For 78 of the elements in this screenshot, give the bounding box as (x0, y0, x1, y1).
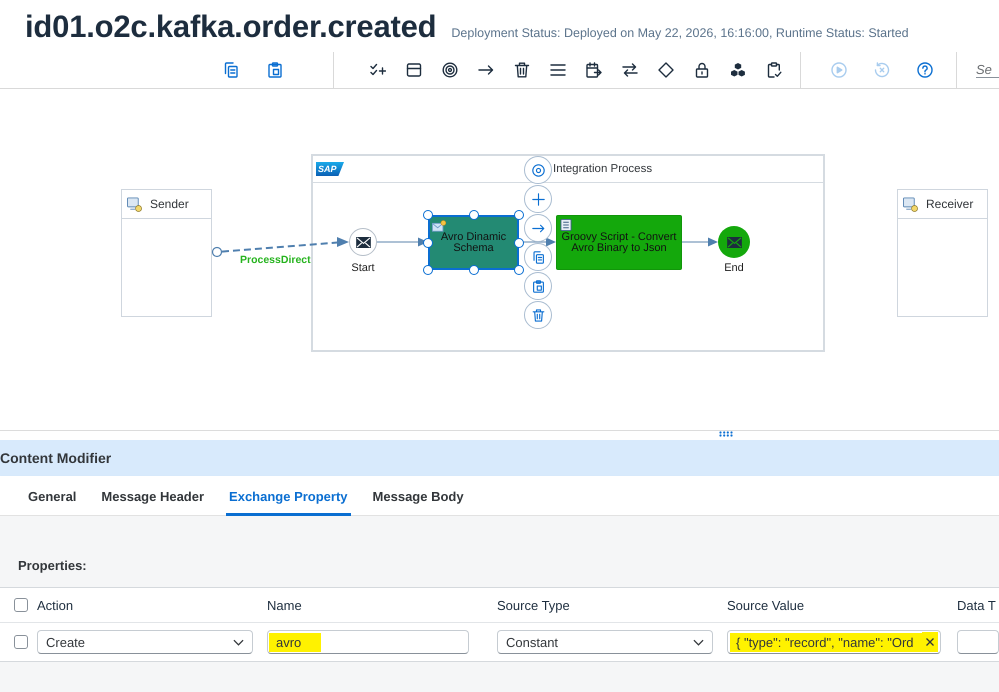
arrow-right-icon (532, 222, 544, 234)
participant-label: Receiver (926, 197, 974, 211)
resize-handle[interactable] (423, 238, 433, 248)
column-header: Action (37, 598, 74, 612)
help-icon (916, 62, 933, 78)
quick-action-button[interactable] (524, 301, 552, 329)
envelope-badge-icon (432, 220, 446, 232)
trash-icon (514, 62, 530, 78)
calendar-arrow-icon (586, 62, 602, 78)
diamond-icon (658, 62, 674, 78)
clipboard-icon (532, 280, 544, 292)
cubes-icon (730, 62, 746, 78)
channel-label: ProcessDirect (240, 254, 311, 266)
menu-icon (550, 62, 566, 78)
deployment-status: Deployment Status: Deployed on May 22, 2026, 16:16:00, Runtime Status: Started (451, 26, 909, 40)
target-icon (442, 62, 458, 78)
field-value: Create (46, 634, 86, 650)
column-header: Data T (957, 598, 996, 612)
tab[interactable]: General (25, 476, 80, 516)
page-title: id01.o2c.kafka.order.created (25, 10, 436, 44)
input-field[interactable] (957, 630, 999, 654)
copy-icon (532, 250, 544, 264)
search-field[interactable]: Se (976, 62, 999, 78)
pool-title: Integration Process (553, 163, 652, 175)
lock-icon (694, 62, 710, 78)
event-label: End (724, 262, 744, 274)
quick-action-button[interactable] (524, 243, 552, 271)
event-label: Start (351, 262, 375, 274)
chevron-down-icon (693, 638, 704, 646)
input-field[interactable]: avro (267, 630, 469, 654)
clipboard-icon (267, 62, 283, 78)
field-value: Constant (506, 634, 558, 650)
monitor-icon (127, 196, 142, 212)
column-header: Source Type (497, 598, 570, 612)
step-label: Groovy Script - Convert Avro Binary to Json (560, 232, 678, 254)
envelope-icon (726, 236, 742, 248)
dropdown[interactable]: Constant (497, 630, 713, 654)
tab[interactable]: Message Body (370, 476, 467, 516)
quick-action-button[interactable] (524, 214, 552, 242)
logo: SAP (316, 162, 344, 176)
checkbox[interactable] (14, 598, 28, 612)
swap-arrows-icon (622, 62, 638, 78)
field-value: { "type": "record", "name": "Ord (730, 632, 922, 652)
resize-handle[interactable] (514, 210, 524, 220)
clipboard-check-icon (766, 62, 782, 78)
field-value: avro (269, 632, 322, 652)
quick-action-button[interactable] (524, 185, 552, 213)
connector-arrow (682, 238, 718, 246)
dropdown[interactable]: Create (37, 630, 253, 654)
document-icon (559, 219, 573, 231)
chevron-down-icon (233, 638, 244, 646)
envelope-icon (356, 236, 370, 248)
column-header: Name (267, 598, 302, 612)
resize-handle[interactable] (423, 265, 433, 275)
resize-handle[interactable] (468, 210, 478, 220)
checkbox[interactable] (14, 635, 28, 649)
participant-label: Sender (150, 197, 189, 211)
column-header: Source Value (727, 598, 804, 612)
copy-icon (223, 62, 239, 78)
check-plus-icon (370, 62, 386, 78)
reset-icon (874, 62, 890, 78)
panel-title: Content Modifier (0, 440, 999, 476)
ring-icon (532, 164, 544, 176)
window-icon (406, 62, 422, 78)
grip-icon[interactable] (719, 431, 733, 437)
trash-icon (532, 308, 544, 322)
input-field[interactable]: { "type": "record", "name": "Ord (727, 630, 941, 654)
plus-icon (532, 192, 544, 206)
monitor-icon (903, 196, 918, 212)
quick-action-button[interactable] (524, 272, 552, 300)
resize-handle[interactable] (423, 210, 433, 220)
quick-action-button[interactable] (524, 156, 552, 184)
step-label: Avro Dinamic Schema (440, 232, 508, 254)
tab[interactable]: Message Header (98, 476, 208, 516)
section-title: Properties: (18, 558, 87, 573)
resize-handle[interactable] (514, 265, 524, 275)
clear-icon[interactable] (922, 632, 938, 652)
play-icon (830, 62, 847, 78)
